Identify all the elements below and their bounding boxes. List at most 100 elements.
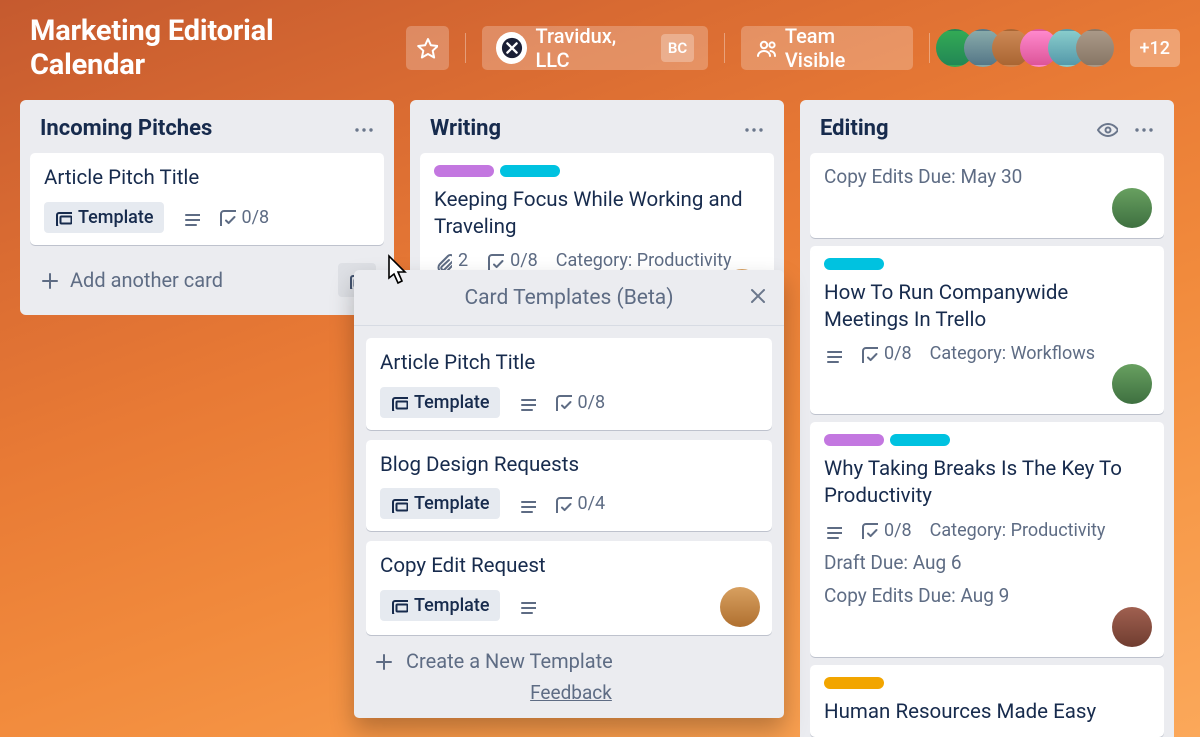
dots-icon bbox=[742, 118, 764, 140]
card-title: Keeping Focus While Working and Travelin… bbox=[434, 187, 760, 240]
card[interactable]: How To Run Companywide Meetings In Trell… bbox=[810, 246, 1164, 414]
dots-icon bbox=[1132, 118, 1154, 140]
label-teal[interactable] bbox=[890, 434, 950, 446]
list-menu-button[interactable] bbox=[1132, 118, 1154, 140]
plus-icon bbox=[372, 650, 394, 672]
checklist-badge: 0/8 bbox=[860, 343, 912, 364]
due-text: Draft Due: Aug 6 bbox=[824, 551, 1150, 574]
description-icon bbox=[824, 345, 842, 363]
template-card[interactable]: Copy Edit Request Template bbox=[366, 541, 772, 635]
checklist-icon bbox=[554, 393, 572, 411]
workspace-logo bbox=[496, 32, 527, 64]
dots-icon bbox=[352, 118, 374, 140]
description-badge bbox=[518, 495, 536, 513]
label-yellow[interactable] bbox=[824, 677, 884, 689]
card-labels[interactable] bbox=[824, 258, 1150, 270]
description-icon bbox=[182, 208, 200, 226]
plus-icon bbox=[38, 269, 60, 291]
list-title[interactable]: Incoming Pitches bbox=[40, 116, 212, 141]
due-text: Copy Edits Due: May 30 bbox=[824, 165, 1150, 188]
card[interactable]: Why Taking Breaks Is The Key To Producti… bbox=[810, 422, 1164, 656]
description-icon bbox=[518, 393, 536, 411]
description-icon bbox=[518, 495, 536, 513]
card-member-avatar[interactable] bbox=[1112, 364, 1152, 404]
star-icon bbox=[416, 37, 438, 59]
checklist-badge: 0/8 bbox=[486, 250, 538, 271]
workspace-button[interactable]: Travidux, LLC BC bbox=[482, 26, 708, 70]
template-badge: Template bbox=[380, 387, 500, 418]
template-icon bbox=[390, 393, 408, 411]
template-badge: Template bbox=[44, 202, 164, 233]
card-title: Why Taking Breaks Is The Key To Producti… bbox=[824, 456, 1150, 509]
checklist-icon bbox=[486, 252, 504, 270]
template-badge: Template bbox=[380, 488, 500, 519]
card-member-avatar[interactable] bbox=[1112, 607, 1152, 647]
card-labels[interactable] bbox=[824, 434, 1150, 446]
description-icon bbox=[518, 596, 536, 614]
visibility-button[interactable]: Team Visible bbox=[741, 26, 912, 70]
card-member-avatar[interactable] bbox=[720, 587, 760, 627]
workspace-badge: BC bbox=[661, 34, 694, 62]
card-title: How To Run Companywide Meetings In Trell… bbox=[824, 280, 1150, 333]
label-purple[interactable] bbox=[434, 165, 494, 177]
list-title[interactable]: Writing bbox=[430, 116, 501, 141]
description-icon bbox=[824, 521, 842, 539]
close-icon bbox=[746, 284, 768, 306]
popover-close-button[interactable] bbox=[746, 284, 768, 312]
member-overflow[interactable]: +12 bbox=[1130, 29, 1180, 67]
card-title: Copy Edit Request bbox=[380, 553, 758, 580]
list-menu-button[interactable] bbox=[742, 118, 764, 140]
checklist-badge: 0/8 bbox=[554, 392, 606, 413]
create-template-button[interactable]: Create a New Template bbox=[372, 649, 770, 673]
category-badge: Category: Productivity bbox=[556, 250, 732, 271]
member-avatar[interactable] bbox=[1076, 29, 1114, 67]
paperclip-icon bbox=[434, 252, 452, 270]
template-card[interactable]: Blog Design Requests Template 0/4 bbox=[366, 440, 772, 532]
category-badge: Category: Workflows bbox=[930, 343, 1095, 364]
template-icon bbox=[390, 596, 408, 614]
board-members[interactable] bbox=[946, 29, 1114, 67]
list-title[interactable]: Editing bbox=[820, 116, 889, 141]
popover-title: Card Templates (Beta) bbox=[464, 286, 673, 310]
divider bbox=[929, 33, 930, 63]
description-badge bbox=[182, 208, 200, 226]
list-incoming-pitches: Incoming Pitches Article Pitch Title Tem… bbox=[20, 100, 394, 315]
template-card[interactable]: Article Pitch Title Template 0/8 bbox=[366, 338, 772, 430]
feedback-link[interactable]: Feedback bbox=[372, 681, 770, 704]
checklist-badge: 0/8 bbox=[218, 207, 270, 228]
description-badge bbox=[824, 345, 842, 363]
checklist-icon bbox=[554, 495, 572, 513]
divider bbox=[724, 33, 725, 63]
card[interactable]: Copy Edits Due: May 30 bbox=[810, 153, 1164, 238]
board-title[interactable]: Marketing Editorial Calendar bbox=[30, 14, 390, 82]
card-title: Human Resources Made Easy bbox=[824, 699, 1150, 726]
template-icon bbox=[54, 208, 72, 226]
card-title: Blog Design Requests bbox=[380, 452, 758, 479]
checklist-icon bbox=[860, 345, 878, 363]
attachments-badge: 2 bbox=[434, 250, 468, 271]
list-editing: Editing Copy Edits Due: May 30 How To Ru… bbox=[800, 100, 1174, 737]
card-templates-popover: Card Templates (Beta) Article Pitch Titl… bbox=[354, 270, 784, 718]
checklist-icon bbox=[860, 521, 878, 539]
watch-button[interactable] bbox=[1096, 118, 1118, 140]
list-menu-button[interactable] bbox=[352, 118, 374, 140]
visibility-label: Team Visible bbox=[785, 24, 899, 72]
checklist-badge: 0/4 bbox=[554, 493, 606, 514]
description-badge bbox=[518, 596, 536, 614]
checklist-badge: 0/8 bbox=[860, 520, 912, 541]
card[interactable]: Human Resources Made Easy bbox=[810, 665, 1164, 737]
eye-icon bbox=[1096, 118, 1118, 140]
label-purple[interactable] bbox=[824, 434, 884, 446]
card-labels[interactable] bbox=[824, 677, 1150, 689]
star-button[interactable] bbox=[406, 26, 449, 70]
card-labels[interactable] bbox=[434, 165, 760, 177]
checklist-icon bbox=[218, 208, 236, 226]
divider bbox=[465, 33, 466, 63]
add-card-button[interactable]: Add another card bbox=[38, 268, 223, 292]
description-badge bbox=[824, 521, 842, 539]
label-teal[interactable] bbox=[500, 165, 560, 177]
card[interactable]: Article Pitch Title Template 0/8 bbox=[30, 153, 384, 245]
label-teal[interactable] bbox=[824, 258, 884, 270]
description-badge bbox=[518, 393, 536, 411]
card-member-avatar[interactable] bbox=[1112, 188, 1152, 228]
